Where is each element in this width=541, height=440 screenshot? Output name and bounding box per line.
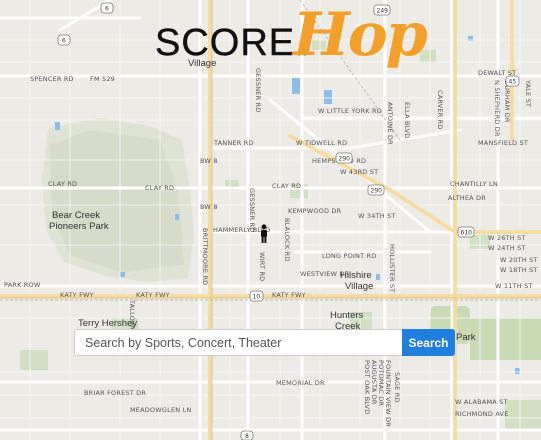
svg-text:6: 6 — [105, 6, 109, 13]
place-hilshire-village: Village — [345, 281, 373, 292]
svg-text:610: 610 — [461, 230, 473, 237]
road-clay-1: CLAY RD — [48, 180, 77, 188]
road-wirt: WIRT RD — [258, 252, 266, 281]
road-durham: DURHAM DR — [503, 80, 511, 123]
svg-text:290: 290 — [339, 156, 351, 163]
svg-text:8: 8 — [245, 433, 249, 440]
road-ella: ELLA BLVD — [403, 102, 411, 139]
road-fm529: FM 529 — [90, 75, 115, 83]
logo-text-hop: Hop — [293, 0, 428, 70]
road-meadowglen: MEADOWGLEN LN — [130, 406, 192, 414]
location-person-icon[interactable] — [259, 224, 269, 244]
road-sage: SAGE RD — [393, 372, 401, 403]
road-briar-forest: BRIAR FOREST DR — [84, 389, 146, 397]
road-w-34th: W 34TH ST — [358, 212, 396, 220]
road-w-little-york: W LITTLE YORK RD — [318, 107, 382, 115]
map-background[interactable]: Bear Creek Pioneers Park Hilshire Villag… — [0, 0, 541, 440]
road-antoine: ANTOINE DR — [386, 102, 394, 145]
road-blalock: BLALOCK RD — [283, 218, 291, 262]
road-kempwood: KEMPWOOD DR — [288, 207, 342, 215]
road-w-alabama: W ALABAMA ST — [455, 398, 508, 406]
road-memorial: MEMORIAL DR — [276, 379, 325, 387]
place-hunters: Hunters — [330, 310, 364, 321]
shield-10: 10 — [249, 290, 264, 302]
road-gessner-1: GESSNER RD — [248, 188, 256, 232]
shield-610: 610 — [457, 226, 475, 238]
road-tanner: TANNER RD — [213, 139, 254, 147]
search-bar: Search — [74, 329, 455, 356]
road-althea: ALTHEA DR — [448, 194, 486, 202]
road-w-26th: W 26TH ST — [488, 234, 526, 242]
shield-6a: 6 — [57, 34, 71, 46]
road-w-43rd: W 43RD ST — [340, 168, 378, 176]
road-w-tidwell: W TIDWELL RD — [296, 139, 347, 147]
road-clay-2: CLAY RD — [145, 184, 174, 192]
shield-290b: 290 — [367, 184, 385, 196]
road-katy-fwy-1: KATY FWY — [60, 291, 94, 299]
road-park-row: PARK ROW — [4, 281, 41, 289]
search-input[interactable] — [74, 329, 402, 356]
road-shepherd: N SHEPHERD DR — [493, 80, 501, 137]
road-katy-fwy-2: KATY FWY — [136, 291, 170, 299]
road-hollister: HOLLISTER ST — [388, 244, 396, 292]
place-park: Park — [456, 332, 476, 343]
svg-text:6: 6 — [62, 38, 66, 45]
logo-text-score: SCORE — [155, 22, 296, 64]
road-long-point: LONG POINT RD — [322, 252, 376, 260]
road-mansfield: MANSFIELD ST — [478, 139, 528, 147]
road-w-24th: W 24TH ST — [488, 244, 526, 252]
road-w-18th: W 18TH ST — [500, 266, 538, 274]
place-pioneers-park: Pioneers Park — [49, 221, 109, 232]
shield-45: 45 — [505, 75, 520, 87]
road-bw8-a: BW 8 — [200, 157, 218, 165]
road-w-11th: W 11TH ST — [495, 282, 533, 290]
road-chantilly: CHANTILLY LN — [450, 180, 498, 188]
search-button[interactable]: Search — [402, 329, 455, 356]
svg-text:45: 45 — [509, 79, 517, 86]
road-westview: WESTVIEW DR — [300, 270, 350, 278]
road-richmond: RICHMOND AVE — [455, 410, 509, 418]
road-carver: CARVER RD — [436, 90, 444, 130]
road-fountain: FOUNTAIN VIEW DR — [384, 360, 392, 427]
road-clay-3: CLAY RD — [272, 182, 301, 190]
svg-text:10: 10 — [253, 294, 261, 301]
road-w-20th: W 20TH ST — [500, 256, 538, 264]
road-post-oak: POST OAK BLVD — [363, 360, 371, 414]
road-gessner-2: GESSNER RD — [254, 68, 262, 112]
road-potomac: POTOMAC DR — [377, 360, 385, 406]
road-katy-fwy-3: KATY FWY — [272, 291, 306, 299]
road-spencer: SPENCER RD — [30, 75, 74, 83]
road-yale: YALE ST — [524, 79, 532, 107]
svg-text:290: 290 — [371, 188, 383, 195]
road-brittmoore: BRITTMOORE RD — [201, 228, 209, 285]
shield-6b: 6 — [100, 2, 114, 14]
shield-8: 8 — [240, 430, 254, 440]
place-bear-creek: Bear Creek — [52, 210, 100, 221]
shield-290: 290 — [335, 152, 353, 164]
road-bw8-b: BW 8 — [200, 203, 218, 211]
road-augusta: AUGUSTA DR — [370, 360, 378, 405]
